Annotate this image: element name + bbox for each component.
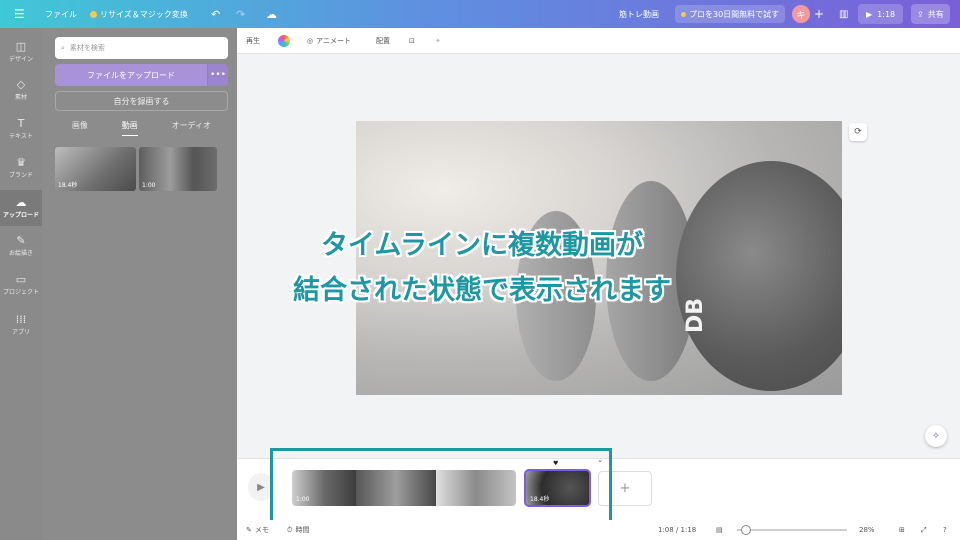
animate-label: アニメート [316, 37, 351, 45]
app-window: ☰ ファイル リサイズ＆マジック変換 ↶ ↷ ☁ 筋トレ動画 プロを30日間無料… [0, 0, 960, 540]
pro-trial-label: プロを30日間無料で試す [689, 9, 780, 19]
magic-assistant-icon[interactable]: ✧ [925, 425, 947, 447]
color-wheel-icon [278, 35, 290, 47]
rail-label: プロジェクト [2, 289, 39, 296]
rail-label: ブランド [8, 172, 33, 179]
search-icon: ⌕ [61, 43, 65, 52]
share-button[interactable]: ⇪ 共有 [911, 0, 950, 28]
file-menu[interactable]: ファイル [45, 0, 77, 28]
elements-icon: ◇ [16, 78, 26, 91]
playback-button[interactable]: 再生 [246, 28, 260, 54]
rail-label: アップロード [2, 212, 39, 219]
share-pill: ⇪ 共有 [911, 4, 950, 24]
notes-icon: ✎ [246, 526, 252, 534]
upload-group: ファイルをアップロード ••• [55, 64, 228, 86]
pro-trial-pill: プロを30日間無料で試す [675, 5, 786, 23]
present-button[interactable]: ▶ 1:18 [858, 0, 904, 28]
insights-icon[interactable]: ▥ [839, 0, 848, 28]
caption-line-2: 結合された状態で表示されます [293, 275, 671, 306]
rail-item-projects[interactable]: ▭ プロジェクト [0, 273, 42, 296]
apps-icon: ⁞⁞⁞ [15, 313, 27, 326]
bottom-bar: ✎ メモ ⏱ 時間 1:08 / 1:18 ▤ 28% ⊞ ⤢ ? [237, 520, 960, 540]
record-yourself-button[interactable]: 自分を録画する [55, 91, 228, 111]
thumbnail-duration: 18.4秒 [58, 182, 78, 189]
timer-icon: ⏱ [287, 525, 293, 534]
highlight-box [270, 448, 612, 525]
magic-edit-icon[interactable]: ✦ [435, 28, 441, 54]
design-icon: ◫ [15, 40, 27, 53]
animate-icon: ◎ [307, 37, 314, 45]
rail-label: デザイン [8, 56, 33, 63]
share-icon: ⇪ [917, 9, 924, 19]
grid-view-icon[interactable]: ⊞ [899, 520, 905, 540]
color-button[interactable] [278, 28, 290, 54]
share-label: 共有 [927, 9, 944, 19]
notes-label: メモ [254, 526, 269, 534]
notes-button[interactable]: ✎ メモ [246, 520, 269, 540]
upload-more-button[interactable]: ••• [208, 64, 228, 86]
video-thumbnail[interactable]: 1:00 [139, 147, 217, 191]
play-icon: ▶ [866, 9, 873, 19]
fullscreen-icon[interactable]: ⤢ [921, 520, 927, 540]
cloud-save-icon[interactable]: ☁ [266, 0, 277, 28]
upload-icon: ☁ [15, 196, 27, 209]
tab-videos[interactable]: 動画 [121, 120, 138, 136]
rail-item-design[interactable]: ◫ デザイン [0, 40, 42, 63]
uploads-panel: ⌕ 素材を検索 ファイルをアップロード ••• 自分を録画する 画像 動画 オー… [42, 28, 237, 540]
rail-item-brand[interactable]: ♛ ブランド [0, 156, 42, 179]
pro-trial-button[interactable]: プロを30日間無料で試す [675, 0, 786, 28]
crown-icon [681, 11, 686, 17]
add-collaborator-icon[interactable]: + [814, 0, 824, 28]
folder-icon: ▭ [15, 273, 27, 286]
crown-icon [90, 10, 97, 18]
tab-audio[interactable]: オーディオ [172, 120, 211, 136]
rail-label: テキスト [9, 133, 33, 140]
thumbnail-duration: 1:00 [142, 182, 156, 189]
resize-label: リサイズ＆マジック変換 [100, 9, 188, 19]
resize-magic-button[interactable]: リサイズ＆マジック変換 [90, 0, 188, 28]
help-icon[interactable]: ? [943, 520, 947, 540]
tab-images[interactable]: 画像 [72, 120, 88, 136]
brand-icon: ♛ [16, 156, 26, 169]
rail-label: 素材 [14, 94, 27, 101]
rail-item-text[interactable]: T テキスト [0, 117, 42, 140]
search-input[interactable]: ⌕ 素材を検索 [55, 37, 228, 59]
left-rail: ◫ デザイン ◇ 素材 T テキスト ♛ ブランド ☁ アップロード ✎ お絵描… [0, 28, 42, 540]
film-icon[interactable]: ▤ [716, 520, 723, 540]
present-pill: ▶ 1:18 [858, 4, 904, 24]
rail-item-draw[interactable]: ✎ お絵描き [0, 234, 42, 257]
timer-button[interactable]: ⏱ 時間 [287, 520, 309, 540]
top-bar: ☰ ファイル リサイズ＆マジック変換 ↶ ↷ ☁ 筋トレ動画 プロを30日間無料… [0, 0, 960, 28]
redo-icon[interactable]: ↷ [236, 0, 245, 28]
text-icon: T [17, 117, 25, 130]
lock-icon[interactable]: ⊡ [409, 28, 415, 54]
search-placeholder: 素材を検索 [69, 44, 105, 52]
zoom-slider[interactable] [737, 529, 847, 531]
rail-item-apps[interactable]: ⁞⁞⁞ アプリ [0, 313, 42, 336]
rail-label: お絵描き [8, 250, 33, 257]
avatar[interactable]: キ [792, 5, 810, 23]
video-thumbnail[interactable]: 18.4秒 [55, 147, 136, 191]
rail-label: アプリ [11, 329, 30, 336]
menu-icon[interactable]: ☰ [14, 0, 25, 28]
refresh-icon[interactable]: ⟳ [849, 123, 867, 141]
rail-item-upload[interactable]: ☁ アップロード [0, 190, 42, 226]
animate-button[interactable]: ◎ アニメート [307, 28, 351, 54]
position-button[interactable]: 配置 [376, 28, 390, 54]
media-tabs: 画像 動画 オーディオ [55, 120, 228, 136]
time-readout: 1:08 / 1:18 [658, 526, 697, 534]
timer-label: 時間 [295, 526, 310, 534]
zoom-level[interactable]: 28% [859, 520, 875, 540]
undo-icon[interactable]: ↶ [211, 0, 220, 28]
upload-file-button[interactable]: ファイルをアップロード [55, 64, 207, 86]
canvas-toolbar: 再生 ◎ アニメート 配置 ⊡ ✦ [237, 28, 960, 54]
draw-icon: ✎ [16, 234, 26, 247]
duration-label: 1:18 [877, 9, 896, 19]
caption-line-1: タイムラインに複数動画が [320, 230, 644, 261]
design-title[interactable]: 筋トレ動画 [619, 0, 659, 28]
rail-item-elements[interactable]: ◇ 素材 [0, 78, 42, 101]
zoom-slider-handle[interactable] [741, 525, 751, 535]
